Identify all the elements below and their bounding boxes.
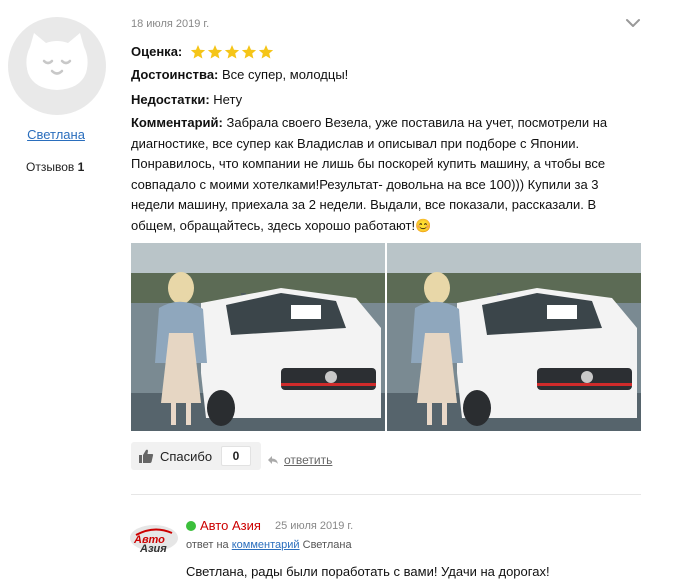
reviews-label: Отзывов bbox=[26, 160, 75, 174]
author-name-link[interactable]: Светлана bbox=[0, 127, 112, 142]
rating-row: Оценка: bbox=[131, 42, 274, 62]
cat-avatar-icon bbox=[26, 33, 88, 90]
reply-link[interactable]: ответить bbox=[267, 453, 332, 467]
reply-link-label: ответить bbox=[284, 453, 333, 467]
company-logo-image: Авто Азия bbox=[130, 525, 178, 555]
reply-text: Светлана, рады были поработать с вами! У… bbox=[186, 564, 550, 579]
review-photo[interactable] bbox=[387, 243, 641, 431]
reply-comment-link[interactable]: комментарий bbox=[232, 539, 300, 551]
rating-stars bbox=[190, 44, 274, 60]
cons-label: Недостатки: bbox=[131, 92, 210, 107]
chevron-down-icon bbox=[626, 19, 640, 27]
avatar bbox=[8, 17, 106, 115]
reply-arrow-icon bbox=[268, 456, 278, 464]
svg-text:Азия: Азия bbox=[139, 543, 167, 555]
comment-text: Забрала своего Везела, уже поставила на … bbox=[131, 115, 608, 233]
reviews-count-value: 1 bbox=[77, 160, 85, 174]
divider bbox=[131, 494, 641, 495]
comment-block: Комментарий: Забрала своего Везела, уже … bbox=[131, 113, 631, 236]
car-photo-image bbox=[387, 243, 641, 431]
author-reviews-count: Отзывов 1 bbox=[26, 160, 84, 174]
reply-meta-suffix: Светлана bbox=[302, 539, 352, 551]
reply-meta-prefix: ответ на bbox=[186, 539, 229, 551]
pros-row: Достоинства: Все супер, молодцы! bbox=[131, 65, 348, 85]
pros-label: Достоинства: bbox=[131, 67, 219, 82]
star-icon bbox=[208, 45, 223, 59]
star-icon bbox=[225, 45, 240, 59]
thanks-count: 0 bbox=[221, 446, 251, 466]
star-icon bbox=[191, 45, 206, 59]
cons-row: Недостатки: Нету bbox=[131, 90, 242, 110]
reply-date: 25 июля 2019 г. bbox=[275, 520, 354, 532]
car-photo-image bbox=[131, 243, 385, 431]
star-icon bbox=[242, 45, 257, 59]
company-name-link[interactable]: Авто Азия bbox=[200, 518, 261, 533]
cons-text: Нету bbox=[213, 92, 243, 107]
thumbs-up-icon bbox=[139, 449, 154, 463]
comment-label: Комментарий: bbox=[131, 115, 223, 130]
review-date: 18 июля 2019 г. bbox=[131, 18, 210, 30]
collapse-toggle[interactable] bbox=[622, 15, 644, 31]
review-photo[interactable] bbox=[131, 243, 385, 431]
reply-meta: ответ на комментарий Светлана bbox=[186, 539, 352, 551]
company-logo: Авто Азия bbox=[128, 521, 180, 555]
star-icon bbox=[259, 45, 274, 59]
rating-label: Оценка: bbox=[131, 44, 183, 59]
thanks-label: Спасибо bbox=[160, 448, 213, 464]
online-status-dot bbox=[186, 521, 196, 531]
thanks-button[interactable]: Спасибо 0 bbox=[131, 442, 261, 470]
pros-text: Все супер, молодцы! bbox=[222, 67, 349, 82]
